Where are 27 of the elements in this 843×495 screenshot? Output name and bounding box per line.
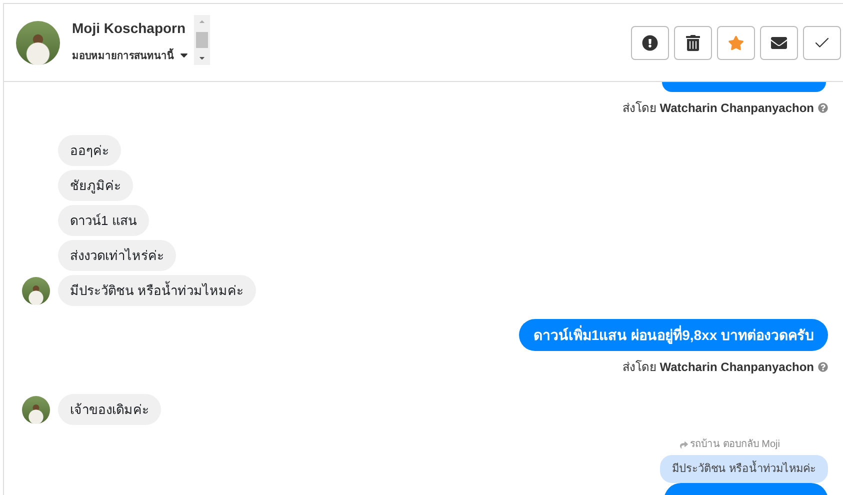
mail-button[interactable] [760, 26, 798, 60]
quoted-message: มีประวัติชน หรือน้ำท่วมไหมค่ะ [660, 455, 828, 483]
reply-icon [680, 441, 688, 449]
delete-button[interactable] [674, 26, 712, 60]
sender-label: ส่งโดย Watcharin Chanpanyachon [622, 359, 814, 376]
alert-button[interactable] [631, 26, 669, 60]
message-bubble: ส่งงวดเท่าไหร่ค่ะ [58, 240, 176, 271]
envelope-icon [771, 34, 787, 50]
sender-label: ส่งโดย Watcharin Chanpanyachon [622, 100, 814, 117]
message-bubble: มีประวัติชน หรือน้ำท่วมไหมค่ะ [58, 275, 256, 306]
assign-dropdown[interactable]: มอบหมายการสนทนานี้ [72, 48, 190, 62]
star-button[interactable] [717, 26, 755, 60]
message-bubble: ดาวน์เพิ่ม1แสน ผ่อนอยู่ที่9,8xx บาทต่องวดครับ [519, 319, 828, 351]
alert-icon [642, 34, 658, 50]
help-icon [818, 102, 828, 112]
scroll-down-icon[interactable] [198, 54, 206, 62]
reply-label: รถบ้าน ตอบกลับ Moji [690, 439, 780, 451]
message-bubble: เจ้าของเดิมค่ะ [58, 394, 161, 425]
message-bubble: ชัยภูมิค่ะ [58, 170, 133, 201]
trash-icon [685, 34, 701, 50]
avatar-photo [16, 20, 60, 64]
star-icon [728, 34, 744, 50]
scrollbar[interactable] [194, 15, 210, 65]
help-icon [818, 362, 828, 372]
contact-name: Moji Koschaporn [72, 20, 186, 36]
message-bubble: ดาวน์1 แสน [58, 205, 149, 236]
message-bubble: ออๆค่ะ [58, 135, 121, 166]
